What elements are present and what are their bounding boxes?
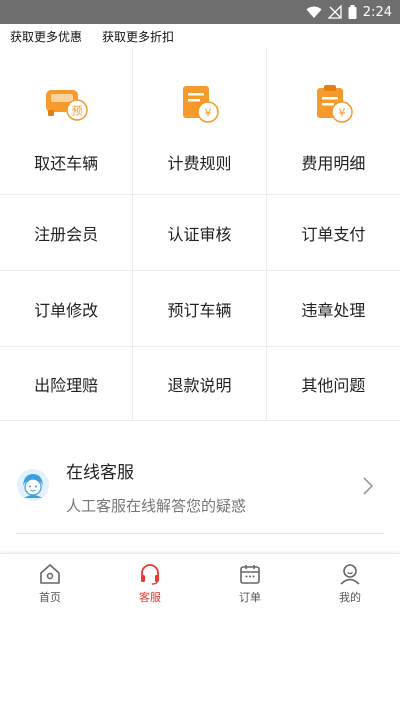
grid-item-order-payment[interactable]: 订单支付 xyxy=(267,195,400,270)
online-service-subtitle: 人工客服在线解答您的疑惑 xyxy=(66,498,247,515)
grid-item-other-questions[interactable]: 其他问题 xyxy=(267,347,400,421)
user-icon xyxy=(340,564,360,585)
headset-icon xyxy=(141,564,159,585)
chevron-right-icon xyxy=(363,477,374,495)
status-icons: 2:24 xyxy=(306,3,392,21)
clock: 2:24 xyxy=(362,4,392,20)
battery-icon xyxy=(348,5,357,19)
grid-item-refund-info[interactable]: 退款说明 xyxy=(133,347,267,421)
online-service-entry[interactable]: 在线客服 人工客服在线解答您的疑惑 xyxy=(16,446,384,534)
grid-row: 注册会员 认证审核 订单支付 xyxy=(0,194,400,270)
svg-text:预: 预 xyxy=(72,105,83,118)
grid-item-label: 费用明细 xyxy=(301,156,366,173)
grid-item-pickup-return[interactable]: 预 取还车辆 xyxy=(0,48,134,194)
bill-rules-icon: ¥ xyxy=(183,86,220,123)
tab-mine[interactable]: 我的 xyxy=(300,554,400,609)
grid-item-book-vehicle[interactable]: 预订车辆 xyxy=(133,271,267,346)
tab-label: 客服 xyxy=(139,592,161,604)
wifi-icon xyxy=(306,6,322,18)
svg-text:¥: ¥ xyxy=(205,107,212,120)
grid-item-label: 计费规则 xyxy=(167,156,232,173)
online-service-title: 在线客服 xyxy=(66,463,134,482)
tab-label: 首页 xyxy=(39,592,61,604)
car-reserve-icon: 预 xyxy=(46,90,88,121)
grid-item-verification[interactable]: 认证审核 xyxy=(133,195,267,270)
support-agent-icon xyxy=(17,469,49,501)
grid-row: 出险理赔 退款说明 其他问题 xyxy=(0,346,400,421)
promo-link-discounts[interactable]: 获取更多优惠 xyxy=(10,28,82,45)
svg-text:¥: ¥ xyxy=(339,107,346,120)
promo-bar: 获取更多优惠 获取更多折扣 xyxy=(0,24,400,48)
tab-label: 我的 xyxy=(339,592,361,604)
grid-item-billing-rules[interactable]: ¥ 计费规则 xyxy=(133,48,267,194)
service-grid: 预 取还车辆 ¥ 计费规则 ¥ 费用明细 注册会员 认证审核 订单支付 订单修改… xyxy=(0,48,400,421)
grid-item-label: 取还车辆 xyxy=(34,156,99,173)
tab-label: 订单 xyxy=(239,592,261,604)
grid-item-insurance-claim[interactable]: 出险理赔 xyxy=(0,347,134,421)
grid-item-violations[interactable]: 违章处理 xyxy=(267,271,400,346)
grid-item-register-member[interactable]: 注册会员 xyxy=(0,195,134,270)
grid-row: 订单修改 预订车辆 违章处理 xyxy=(0,270,400,346)
bottom-tab-bar: 首页 客服 订单 我的 xyxy=(0,553,400,609)
no-signal-icon xyxy=(327,5,342,19)
tab-orders[interactable]: 订单 xyxy=(200,554,300,609)
calendar-icon xyxy=(240,565,260,584)
status-bar: 2:24 xyxy=(0,0,400,24)
tab-customer-service[interactable]: 客服 xyxy=(100,554,200,609)
grid-row-featured: 预 取还车辆 ¥ 计费规则 ¥ 费用明细 xyxy=(0,48,400,194)
home-icon xyxy=(40,564,60,584)
clipboard-fee-icon: ¥ xyxy=(317,85,354,123)
promo-link-rebates[interactable]: 获取更多折扣 xyxy=(102,28,174,45)
tab-home[interactable]: 首页 xyxy=(0,554,100,609)
grid-item-fee-details[interactable]: ¥ 费用明细 xyxy=(267,48,400,194)
grid-item-order-modify[interactable]: 订单修改 xyxy=(0,271,134,346)
